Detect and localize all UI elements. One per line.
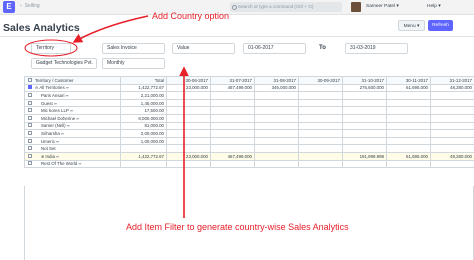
annotation-arrows [24,15,189,218]
territory-highlight-circle [24,39,78,57]
arrow-to-territory [72,15,149,43]
